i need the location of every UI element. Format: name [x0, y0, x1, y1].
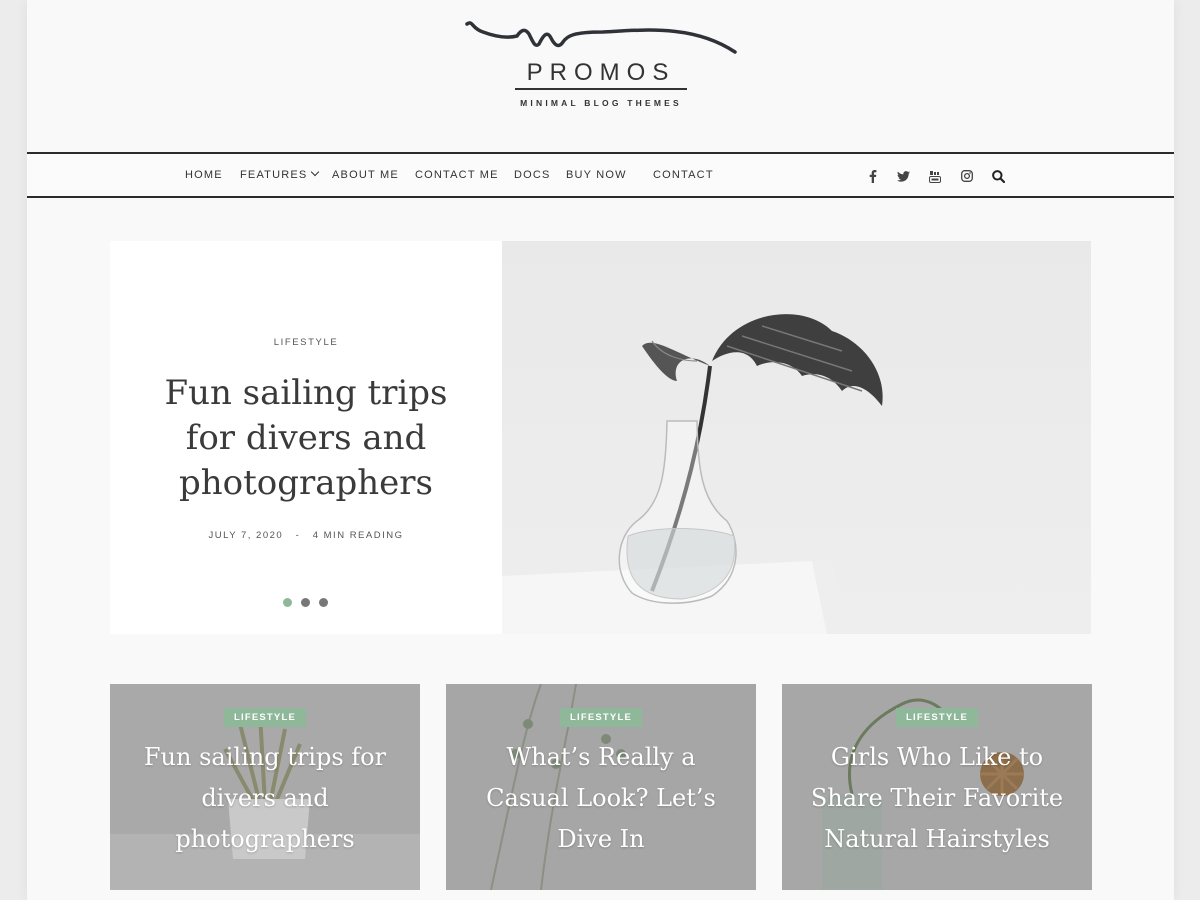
hero-slider: LIFESTYLE Fun sailing trips for divers a… — [110, 241, 1091, 634]
nav-item-docs[interactable]: DOCS — [514, 169, 551, 181]
post-card-2[interactable]: LIFESTYLE What’s Really a Casual Look? L… — [446, 684, 756, 890]
site-header: PROMOS MINIMAL BLOG THEMES — [27, 0, 1174, 152]
card-2-category-badge[interactable]: LIFESTYLE — [560, 708, 642, 727]
slider-dot-2[interactable] — [301, 598, 310, 607]
logo-text[interactable]: PROMOS — [515, 60, 687, 90]
instagram-icon[interactable] — [958, 167, 976, 185]
page: PROMOS MINIMAL BLOG THEMES HOME FEATURES… — [27, 0, 1174, 900]
card-3-category-badge[interactable]: LIFESTYLE — [896, 708, 978, 727]
card-2-title[interactable]: What’s Really a Casual Look? Let’s Dive … — [462, 737, 740, 860]
post-card-3[interactable]: LIFESTYLE Girls Who Like to Share Their … — [782, 684, 1092, 890]
slider-dots — [283, 598, 333, 608]
twitter-icon[interactable] — [894, 167, 912, 185]
hero-meta: JULY 7, 2020 - 4 MIN READING — [110, 530, 502, 541]
post-card-1[interactable]: LIFESTYLE Fun sailing trips for divers a… — [110, 684, 420, 890]
nav-item-about-me[interactable]: ABOUT ME — [332, 169, 399, 181]
slider-dot-1[interactable] — [283, 598, 292, 607]
logo-tagline: MINIMAL BLOG THEMES — [520, 98, 682, 108]
monstera-vase-illustration — [502, 241, 1091, 634]
nav-item-features[interactable]: FEATURES — [240, 167, 320, 181]
nav-item-features-label: FEATURES — [240, 169, 308, 181]
logo-swoosh-icon — [465, 21, 737, 54]
card-1-category-badge[interactable]: LIFESTYLE — [224, 708, 306, 727]
hero-image[interactable] — [502, 241, 1091, 634]
nav-item-home[interactable]: HOME — [185, 169, 223, 181]
nav-item-contact-me[interactable]: CONTACT ME — [415, 169, 499, 181]
main-navigation: HOME FEATURES ABOUT ME CONTACT ME DOCS B… — [27, 152, 1174, 198]
youtube-icon[interactable] — [926, 167, 944, 185]
hero-text-panel: LIFESTYLE Fun sailing trips for divers a… — [110, 241, 502, 634]
hero-category[interactable]: LIFESTYLE — [110, 337, 502, 348]
card-1-title[interactable]: Fun sailing trips for divers and photogr… — [126, 737, 404, 860]
slider-dot-3[interactable] — [319, 598, 328, 607]
search-icon[interactable] — [989, 167, 1007, 185]
card-3-title[interactable]: Girls Who Like to Share Their Favorite N… — [798, 737, 1076, 860]
nav-item-contact[interactable]: CONTACT — [653, 169, 714, 181]
chevron-down-icon — [311, 167, 320, 177]
facebook-icon[interactable] — [864, 167, 882, 185]
hero-reading-time: 4 MIN READING — [312, 530, 404, 541]
hero-meta-separator: - — [295, 530, 301, 541]
hero-date: JULY 7, 2020 — [208, 530, 284, 541]
hero-title[interactable]: Fun sailing trips for divers and photogr… — [150, 371, 462, 506]
nav-item-buy-now[interactable]: BUY NOW — [566, 169, 627, 181]
